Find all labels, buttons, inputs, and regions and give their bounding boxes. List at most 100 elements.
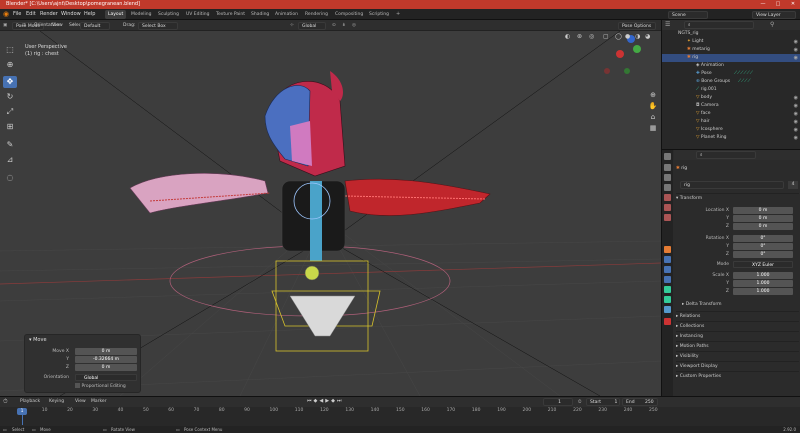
outliner-row[interactable]: ▽ body ◉ (662, 94, 800, 102)
outliner-editor-icon[interactable]: ☰ (665, 21, 670, 28)
menu-marker[interactable]: Marker (91, 399, 107, 404)
outliner-row[interactable]: ◈ Animation (662, 62, 800, 70)
camera-view-icon[interactable]: ⌂ (647, 113, 659, 124)
orientation-dropdown[interactable]: Default (80, 21, 110, 30)
view-layer-tab-icon[interactable] (664, 184, 671, 191)
snap-icon[interactable]: ⋔ (342, 20, 346, 31)
menu-view[interactable]: View (75, 399, 86, 404)
maximize-button[interactable]: □ (771, 0, 785, 9)
rotation-z-field[interactable]: 0° (733, 251, 793, 258)
outliner-row[interactable]: ▽ Planet Ring ◉ (662, 134, 800, 142)
workspace-tab-layout[interactable]: Layout (105, 10, 127, 19)
solid-shading-icon[interactable]: ● (625, 33, 630, 40)
visibility-eye-icon[interactable]: ◉ (794, 94, 798, 102)
menu-help[interactable]: Help (84, 9, 95, 20)
move-tool-icon[interactable]: ✥ (3, 76, 17, 88)
visibility-eye-icon[interactable]: ◉ (794, 110, 798, 118)
rendered-shading-icon[interactable]: ◕ (645, 33, 650, 40)
timeline-editor-icon[interactable]: ⏱ (3, 398, 8, 406)
current-frame-field[interactable]: 1 (543, 398, 573, 406)
menu-edit[interactable]: Edit (26, 9, 36, 20)
material-shading-icon[interactable]: ◑ (635, 33, 640, 40)
menu-window[interactable]: Window (61, 9, 81, 20)
visibility-icon[interactable]: ◐ (565, 33, 570, 40)
workspace-tab-shading[interactable]: Shading (248, 10, 272, 19)
outliner-row[interactable]: ▽ Icosphere ◉ (662, 126, 800, 134)
visibility-section-header[interactable]: ▸ Visibility (676, 351, 799, 361)
tool-settings-icon[interactable]: ⇄ (22, 20, 26, 31)
measure-tool-icon[interactable]: ⊿ (3, 154, 17, 166)
wireframe-shading-icon[interactable]: ◯ (615, 33, 622, 40)
visibility-eye-icon[interactable]: ◉ (794, 38, 798, 46)
playhead[interactable]: 1 (17, 408, 27, 415)
rotation-y-field[interactable]: 0° (733, 243, 793, 250)
move-z-field[interactable]: 0 m (75, 364, 137, 371)
transform-tool-icon[interactable]: ⊞ (3, 121, 17, 133)
scene-selector[interactable]: Scene (668, 10, 708, 19)
workspace-tab-sculpting[interactable]: Sculpting (155, 10, 182, 19)
menu-file[interactable]: File (13, 9, 21, 20)
gizmo-toggle-icon[interactable]: ⊛ (577, 33, 582, 40)
relations-section-header[interactable]: ▸ Relations (676, 311, 799, 321)
outliner-row[interactable]: ✦ Light ◉ (662, 38, 800, 46)
outliner-search-input[interactable]: ⌕ (684, 21, 754, 29)
bone-tab-icon[interactable] (664, 296, 671, 303)
filter-icon[interactable]: ⚲ (770, 21, 774, 28)
workspace-tab-scripting[interactable]: Scripting (366, 10, 392, 19)
select-box-tool-icon[interactable]: ⬚ (3, 44, 17, 56)
overlay-toggle-icon[interactable]: ◎ (589, 33, 594, 40)
pan-hand-icon[interactable]: ✋ (647, 102, 659, 113)
render-tab-icon[interactable] (664, 164, 671, 171)
output-tab-icon[interactable] (664, 174, 671, 181)
outliner-row[interactable]: ⟋ rig.001 (662, 86, 800, 94)
drag-dropdown[interactable]: Select Box (138, 21, 178, 30)
start-frame-field[interactable]: Start 1 (586, 398, 620, 406)
workspace-tab-modeling[interactable]: Modeling (128, 10, 154, 19)
visibility-eye-icon[interactable]: ◉ (794, 46, 798, 54)
scale-z-field[interactable]: 1.000 (733, 288, 793, 295)
end-frame-field[interactable]: End 250 (622, 398, 658, 406)
outliner-row[interactable]: NGTS_rig (662, 30, 800, 38)
properties-search-input[interactable]: ⌕ (696, 151, 756, 159)
pose-options-dropdown[interactable]: Pose Options (618, 22, 656, 30)
close-button[interactable]: ✕ (786, 0, 800, 9)
workspace-tab-rendering[interactable]: Rendering (302, 10, 331, 19)
scale-y-field[interactable]: 1.000 (733, 280, 793, 287)
visibility-eye-icon[interactable]: ◉ (794, 118, 798, 126)
location-x-field[interactable]: 0 m (733, 207, 793, 214)
jump-end-icon[interactable]: ⏭ (337, 398, 344, 404)
menu-playback[interactable]: Playback (20, 399, 40, 404)
pivot-icon[interactable]: ⊙ (332, 20, 336, 31)
preview-range-icon[interactable]: ⏲ (578, 399, 582, 405)
visibility-eye-icon[interactable]: ◉ (794, 102, 798, 110)
move-x-field[interactable]: 0 m (75, 348, 137, 355)
transform-orientation-icon[interactable]: ⊹ (290, 20, 294, 31)
visibility-eye-icon[interactable]: ◉ (794, 134, 798, 142)
rotation-x-field[interactable]: 0° (733, 235, 793, 242)
gizmo-y-axis[interactable] (633, 45, 641, 53)
delta-transform-header[interactable]: ▸ Delta Transform (682, 300, 800, 310)
outliner-row[interactable]: ▽ face ◉ (662, 110, 800, 118)
view-layer-selector[interactable]: View Layer (752, 10, 796, 19)
move-y-field[interactable]: -0.32664 m (75, 356, 137, 363)
instancing-section-header[interactable]: ▸ Instancing (676, 331, 799, 341)
constraints-tab-icon[interactable] (664, 306, 671, 313)
menu-keying[interactable]: Keying (49, 399, 64, 404)
outliner-row[interactable]: ✱ metarig ◉ (662, 46, 800, 54)
scene-tab-icon[interactable] (664, 194, 671, 201)
outliner-row-selected[interactable]: ✱ rig ◉ (662, 54, 800, 62)
relax-tool-icon[interactable]: ◌ (3, 172, 17, 184)
perspective-toggle-icon[interactable]: ▦ (647, 124, 659, 135)
location-y-field[interactable]: 0 m (733, 215, 793, 222)
xray-icon[interactable]: ▢ (603, 33, 609, 40)
visibility-eye-icon[interactable]: ◉ (794, 54, 798, 62)
outliner-row[interactable]: ⊕ Bone Groups ⟋⟋⟋⟋ (662, 78, 800, 86)
editor-type-icon[interactable]: ▣ (3, 20, 7, 31)
gizmo-neg-x[interactable] (604, 68, 610, 74)
workspace-tab-uv-editing[interactable]: UV Editing (183, 10, 212, 19)
scale-tool-icon[interactable]: ⤢ (3, 106, 17, 118)
add-workspace-icon[interactable]: + (396, 9, 400, 20)
scale-x-field[interactable]: 1.000 (733, 272, 793, 279)
minimize-button[interactable]: — (756, 0, 770, 9)
workspace-tab-animation[interactable]: Animation (272, 10, 301, 19)
